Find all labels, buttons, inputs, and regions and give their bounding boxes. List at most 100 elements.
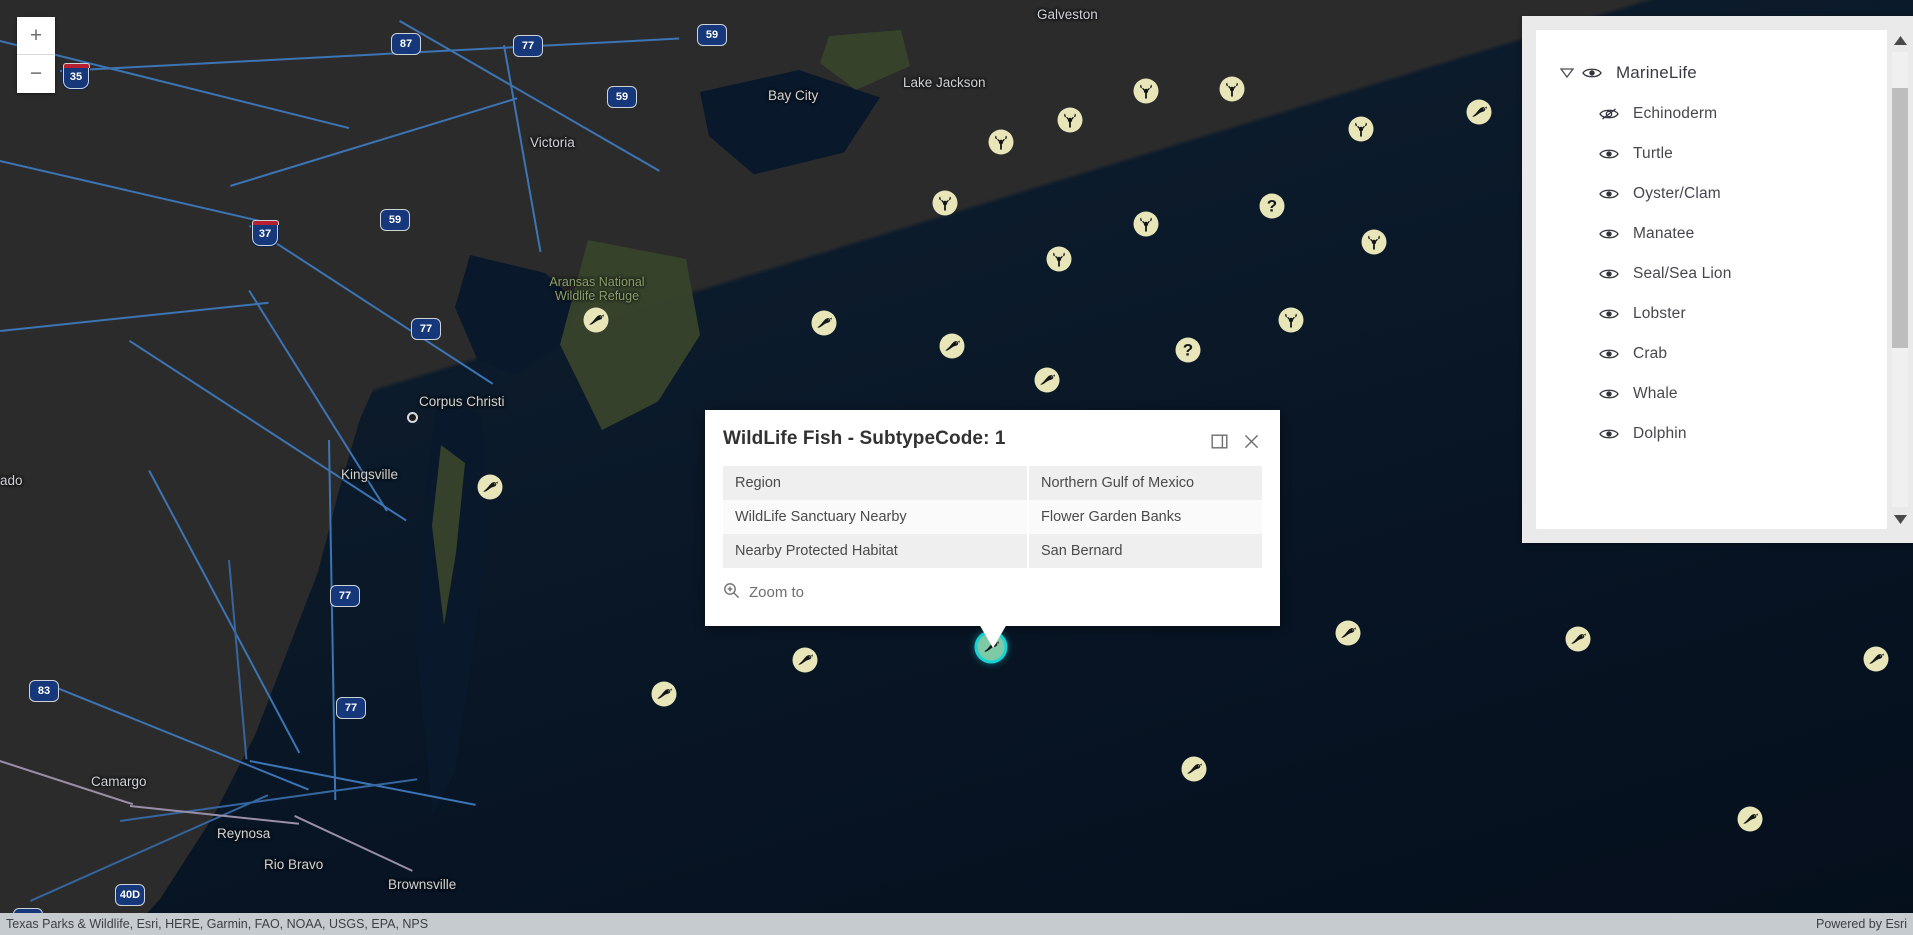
- eye-icon[interactable]: [1596, 187, 1622, 201]
- eye-icon[interactable]: [1596, 347, 1622, 361]
- map-city-label: Kingsville: [341, 467, 399, 482]
- layer-item-whale[interactable]: Whale: [1536, 374, 1887, 414]
- map-marker-seal[interactable]: [792, 647, 818, 673]
- highway-shield-icon: 59: [380, 209, 410, 231]
- map-city-dot: [407, 412, 418, 423]
- map-city-label: Galveston: [1037, 7, 1098, 22]
- map-marker-lobster[interactable]: [1361, 229, 1387, 255]
- map-marker-seal[interactable]: [477, 474, 503, 500]
- feature-popup[interactable]: WildLife Fish - SubtypeCode: 1 Region Nor…: [705, 410, 1280, 648]
- map-marker-seal[interactable]: [1466, 99, 1492, 125]
- layer-group-label: MarineLife: [1616, 63, 1697, 82]
- highway-shield-icon: 37: [251, 220, 279, 246]
- caret-up-icon[interactable]: [1887, 30, 1913, 50]
- eye-icon[interactable]: [1596, 307, 1622, 321]
- map-city-label: Reynosa: [217, 826, 271, 841]
- attribute-field: WildLife Sanctuary Nearby: [723, 500, 1029, 534]
- eye-icon[interactable]: [1579, 66, 1605, 80]
- map-city-label: Rio Bravo: [264, 857, 324, 872]
- layer-item-label: Dolphin: [1633, 425, 1687, 442]
- layer-item-label: Crab: [1633, 345, 1668, 362]
- magnifier-plus-icon: [723, 582, 740, 603]
- highway-shield-icon: 40D: [115, 884, 145, 906]
- attribution-sources: Texas Parks & Wildlife, Esri, HERE, Garm…: [6, 917, 429, 931]
- map-marker-lobster[interactable]: [1046, 246, 1072, 272]
- map-marker-lobster[interactable]: [988, 129, 1014, 155]
- zoom-in-button[interactable]: +: [17, 17, 55, 55]
- layer-list-panel: MarineLife Echinoderm Turtle Oyster/Clam Man…: [1522, 16, 1913, 543]
- map-marker-unknown[interactable]: ?: [1175, 337, 1201, 363]
- highway-shield-icon: 83: [29, 680, 59, 702]
- layer-item-dolphin[interactable]: Dolphin: [1536, 414, 1887, 454]
- powered-by-esri[interactable]: Powered by Esri: [1816, 917, 1907, 931]
- layer-item-oyster-clam[interactable]: Oyster/Clam: [1536, 174, 1887, 214]
- eye-slash-icon[interactable]: [1596, 107, 1622, 121]
- map-marker-seal[interactable]: [1565, 626, 1591, 652]
- map-marker-seal[interactable]: [651, 681, 677, 707]
- highway-shield-icon: 77: [513, 35, 543, 57]
- layer-scroll-area[interactable]: MarineLife Echinoderm Turtle Oyster/Clam Man…: [1536, 30, 1887, 529]
- highway-shield-icon: 77: [336, 697, 366, 719]
- eye-icon[interactable]: [1596, 147, 1622, 161]
- map-marker-lobster[interactable]: [932, 190, 958, 216]
- layer-item-lobster[interactable]: Lobster: [1536, 294, 1887, 334]
- map-marker-seal[interactable]: [1863, 646, 1889, 672]
- scrollbar-thumb[interactable]: [1892, 88, 1908, 348]
- map-marker-seal[interactable]: [1034, 367, 1060, 393]
- highway-shield-icon: 77: [411, 318, 441, 340]
- map-park-label: Aransas National Wildlife Refuge: [549, 275, 645, 303]
- map-marker-seal[interactable]: [1181, 756, 1207, 782]
- map-marker-seal[interactable]: [811, 310, 837, 336]
- map-marker-seal[interactable]: [1737, 806, 1763, 832]
- close-icon[interactable]: [1238, 428, 1264, 454]
- popup-header: WildLife Fish - SubtypeCode: 1: [705, 410, 1280, 462]
- attribute-value: Flower Garden Banks: [1028, 500, 1262, 534]
- attribute-value: Northern Gulf of Mexico: [1028, 466, 1262, 500]
- layer-item-label: Manatee: [1633, 225, 1695, 242]
- chevron-down-icon[interactable]: [1558, 64, 1576, 82]
- map-city-label: Brownsville: [388, 877, 457, 892]
- caret-down-icon[interactable]: [1887, 509, 1913, 529]
- layer-item-label: Oyster/Clam: [1633, 185, 1721, 202]
- layer-item-crab[interactable]: Crab: [1536, 334, 1887, 374]
- layer-item-label: Echinoderm: [1633, 105, 1718, 122]
- layer-scrollbar[interactable]: [1887, 16, 1913, 543]
- map-marker-lobster[interactable]: [1057, 107, 1083, 133]
- layer-item-label: Seal/Sea Lion: [1633, 265, 1732, 282]
- layer-item-seal-sea-lion[interactable]: Seal/Sea Lion: [1536, 254, 1887, 294]
- map-city-label: Victoria: [530, 135, 575, 150]
- highway-shield-icon: 35: [62, 63, 90, 89]
- map-city-label: Corpus Christi: [419, 394, 505, 409]
- map-marker-unknown[interactable]: ?: [1259, 193, 1285, 219]
- highway-shield-icon: 59: [697, 24, 727, 46]
- table-row: WildLife Sanctuary Nearby Flower Garden B…: [723, 500, 1262, 534]
- eye-icon[interactable]: [1596, 387, 1622, 401]
- map-marker-lobster[interactable]: [1133, 78, 1159, 104]
- layer-item-echinoderm[interactable]: Echinoderm: [1536, 94, 1887, 134]
- map-marker-seal[interactable]: [1335, 620, 1361, 646]
- layer-group-marinelife[interactable]: MarineLife: [1536, 52, 1887, 94]
- zoom-to-button[interactable]: Zoom to: [723, 582, 804, 603]
- popup-title: WildLife Fish - SubtypeCode: 1: [723, 428, 1006, 449]
- layer-list: MarineLife Echinoderm Turtle Oyster/Clam Man…: [1536, 30, 1887, 454]
- table-row: Region Northern Gulf of Mexico: [723, 466, 1262, 500]
- scrollbar-track[interactable]: [1892, 52, 1908, 507]
- map-city-label: Camargo: [91, 774, 147, 789]
- attribution-bar: Texas Parks & Wildlife, Esri, HERE, Garm…: [0, 913, 1913, 935]
- map-marker-lobster[interactable]: [1278, 307, 1304, 333]
- eye-icon[interactable]: [1596, 227, 1622, 241]
- highway-shield-icon: 87: [391, 33, 421, 55]
- map-marker-lobster[interactable]: [1133, 211, 1159, 237]
- layer-item-turtle[interactable]: Turtle: [1536, 134, 1887, 174]
- eye-icon[interactable]: [1596, 427, 1622, 441]
- dock-panel-icon[interactable]: [1206, 428, 1232, 454]
- map-city-label: Lake Jackson: [903, 75, 986, 90]
- map-marker-lobster[interactable]: [1219, 76, 1245, 102]
- map-marker-seal[interactable]: [939, 333, 965, 359]
- eye-icon[interactable]: [1596, 267, 1622, 281]
- map-marker-lobster[interactable]: [1348, 116, 1374, 142]
- zoom-to-label: Zoom to: [749, 584, 805, 601]
- zoom-out-button[interactable]: −: [17, 55, 55, 93]
- layer-item-manatee[interactable]: Manatee: [1536, 214, 1887, 254]
- map-marker-seal[interactable]: [583, 307, 609, 333]
